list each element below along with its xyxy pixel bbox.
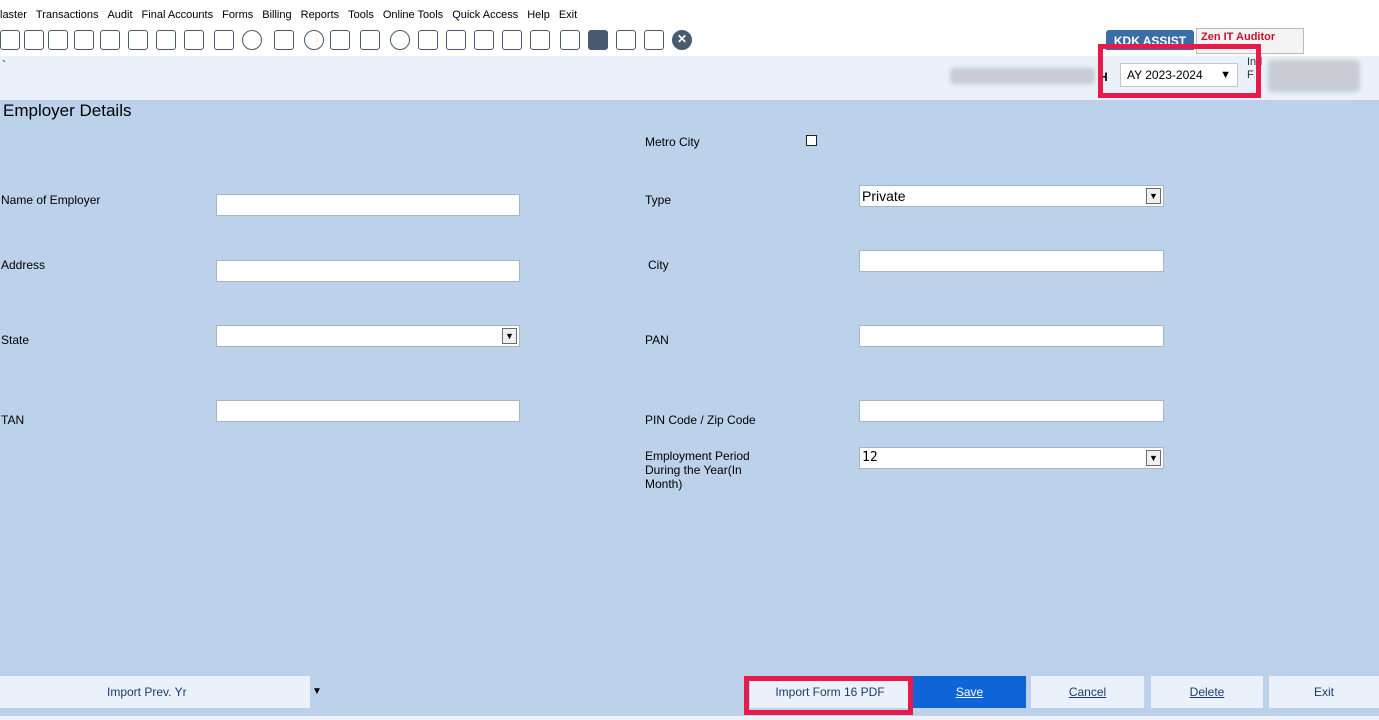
highlight-box-ay — [1098, 44, 1261, 98]
tag-icon[interactable] — [156, 30, 176, 50]
menu-audit[interactable]: Audit — [103, 8, 137, 26]
filter-icon[interactable] — [184, 30, 204, 50]
metro-city-label: Metro City — [645, 135, 700, 149]
state-select[interactable]: ▼ — [216, 325, 520, 347]
address-label: Address — [1, 258, 46, 272]
menu-final-accounts[interactable]: Final Accounts — [138, 8, 219, 26]
calendar-icon[interactable] — [474, 30, 494, 50]
pin-code-label: PIN Code / Zip Code — [645, 413, 756, 427]
employment-period-label-line2: During the Year(In — [645, 463, 742, 477]
type-label: Type — [645, 193, 672, 207]
dropdown-arrow-icon[interactable]: ▼ — [1146, 188, 1161, 204]
bar-chart-icon[interactable] — [74, 30, 94, 50]
save-button[interactable]: Save — [913, 676, 1026, 708]
import-prev-year-button[interactable]: Import Prev. Yr ▼ — [0, 676, 322, 708]
employment-period-label-line3: Month) — [645, 477, 683, 491]
state-label: State — [1, 333, 30, 347]
type-select[interactable]: Private ▼ — [859, 185, 1164, 207]
pan-input[interactable] — [859, 325, 1164, 347]
menu-billing[interactable]: Billing — [258, 8, 296, 26]
bottom-divider — [0, 716, 1379, 720]
3cd-icon[interactable] — [616, 30, 636, 50]
menu-exit[interactable]: Exit — [555, 8, 582, 26]
tax-icon[interactable] — [214, 30, 234, 50]
refresh-icon[interactable] — [530, 30, 550, 50]
menu-help[interactable]: Help — [523, 8, 555, 26]
tan-label: TAN — [1, 413, 25, 427]
type-select-value: Private — [862, 188, 906, 204]
menu-reports[interactable]: Reports — [297, 8, 345, 26]
notebook-icon[interactable] — [360, 30, 380, 50]
cancel-button[interactable]: Cancel — [1031, 676, 1144, 708]
backslash-text: ` — [2, 58, 6, 72]
arrow-circle-icon[interactable] — [242, 30, 262, 50]
employment-period-value: 12 — [862, 450, 878, 465]
name-of-employer-input[interactable] — [216, 194, 520, 216]
menu-master[interactable]: laster — [0, 8, 32, 26]
menu-bar: laster Transactions Audit Final Accounts… — [0, 8, 1379, 26]
top-strip — [0, 0, 1379, 8]
users-icon[interactable] — [128, 30, 148, 50]
home-icon[interactable] — [24, 30, 44, 50]
section-title: Employer Details — [3, 101, 132, 120]
ledger-icon[interactable] — [48, 30, 68, 50]
delete-label: Delete — [1189, 685, 1225, 699]
bs-icon[interactable] — [560, 30, 580, 50]
menu-transactions[interactable]: Transactions — [32, 8, 104, 26]
cancel-label: Cancel — [1068, 685, 1107, 699]
employment-period-select[interactable]: 12 ▼ — [859, 447, 1164, 469]
city-input[interactable] — [859, 250, 1164, 272]
menu-forms[interactable]: Forms — [218, 8, 258, 26]
exit-label: Exit — [1313, 685, 1334, 699]
building-icon[interactable] — [100, 30, 120, 50]
report-icon[interactable] — [446, 30, 466, 50]
document-icon[interactable] — [0, 30, 20, 50]
employment-period-label-line1: Employment Period — [645, 449, 750, 463]
menu-online-tools[interactable]: Online Tools — [379, 8, 448, 26]
dropdown-arrow-icon[interactable]: ▼ — [502, 328, 517, 344]
highlight-box-import — [744, 676, 913, 715]
delete-button[interactable]: Delete — [1151, 676, 1263, 708]
dropdown-caret-icon: ▼ — [312, 686, 322, 697]
sheet-icon[interactable] — [418, 30, 438, 50]
pin-code-input[interactable] — [859, 400, 1164, 422]
name-of-employer-label: Name of Employer — [1, 193, 101, 207]
menu-tools[interactable]: Tools — [344, 8, 379, 26]
blurred-client-name — [950, 68, 1095, 84]
metro-city-checkbox[interactable] — [806, 135, 817, 146]
city-label: City — [648, 258, 669, 272]
pie-icon[interactable] — [304, 30, 324, 50]
exit-button[interactable]: Exit — [1269, 676, 1379, 708]
pay-icon[interactable] — [330, 30, 350, 50]
tan-input[interactable] — [216, 400, 520, 422]
pan-label: PAN — [645, 333, 669, 347]
calculator-icon[interactable] — [274, 30, 294, 50]
form-icon[interactable] — [644, 30, 664, 50]
import-prev-year-label: Import Prev. Yr — [107, 685, 187, 699]
save-label: Save — [955, 685, 984, 699]
address-input[interactable] — [216, 260, 520, 282]
close-icon[interactable] — [672, 30, 692, 50]
dropdown-arrow-icon[interactable]: ▼ — [1146, 450, 1161, 466]
printer-icon[interactable] — [588, 30, 608, 50]
info-icon[interactable] — [390, 30, 410, 50]
menu-quick-access[interactable]: Quick Access — [448, 8, 523, 26]
blurred-status — [1268, 60, 1360, 92]
export-icon[interactable] — [502, 30, 522, 50]
